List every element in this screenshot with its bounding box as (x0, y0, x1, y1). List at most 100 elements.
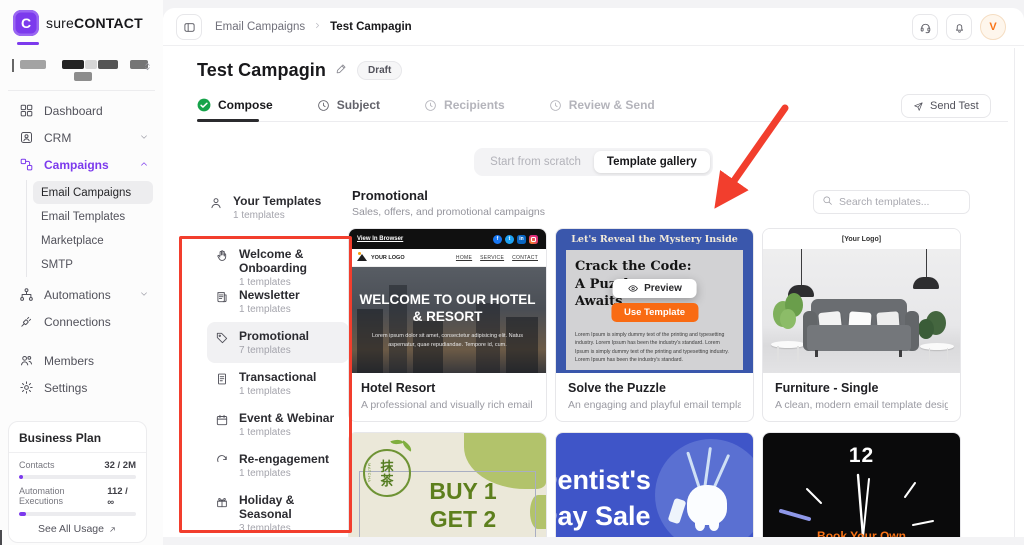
template-card-solve-the-puzzle[interactable]: Let's Reveal the Mystery Inside Crack th… (555, 228, 754, 422)
sidebar-scrollbar[interactable] (0, 530, 2, 545)
category-count: 1 templates (239, 304, 291, 315)
composer-mode-row: Start from scratch Template gallery (163, 148, 1024, 176)
category-count: 1 templates (239, 427, 291, 438)
nav-link: HOME (455, 254, 473, 261)
subnav-label: SMTP (41, 258, 73, 271)
category-transactional[interactable]: Transactional 1 templates (207, 363, 349, 404)
category-label: Newsletter (239, 288, 300, 302)
send-test-label: Send Test (930, 100, 979, 112)
template-card-dentist-sale[interactable]: Dentist's Day Sale (555, 432, 754, 537)
search-input[interactable] (839, 196, 961, 208)
edit-title-button[interactable] (335, 62, 348, 80)
tab-subject[interactable]: Subject (317, 98, 380, 112)
brand-name-light: sure (46, 15, 75, 31)
template-card-matcha-promo[interactable]: MATCHA 抹 茶 BUY 1 GET 2 (348, 432, 547, 537)
sidebar-item-label: Connections (44, 314, 111, 329)
chevron-down-icon (139, 131, 149, 145)
your-logo-placeholder: [Your Logo] (763, 229, 960, 249)
subnav-label: Email Templates (41, 210, 126, 223)
category-texts: Holiday & Seasonal 3 templates (239, 493, 341, 534)
tab-review-send[interactable]: Review & Send (549, 98, 655, 112)
category-re-engagement[interactable]: Re-engagement 1 templates (207, 445, 349, 486)
category-your-templates[interactable]: Your Templates 1 templates (209, 194, 349, 221)
tab-recipients[interactable]: Recipients (424, 98, 505, 112)
category-label: Event & Webinar (239, 411, 335, 425)
category-holiday-seasonal[interactable]: Holiday & Seasonal 3 templates (207, 486, 349, 534)
workspace-redacted-block (62, 60, 84, 69)
plan-card: Business Plan Contacts 32 / 2M Automatio… (8, 421, 147, 543)
app: C sureCONTACT Dashboard CRM Campaigns Em… (0, 0, 1024, 545)
page-title: Test Campagin (197, 60, 326, 80)
sidebar-item-automations[interactable]: Automations (0, 281, 163, 308)
notifications-button[interactable] (946, 14, 972, 40)
tab-label: Recipients (444, 98, 505, 112)
usage-progress-fill (19, 512, 27, 516)
sidebar-item-label: Campaigns (44, 157, 109, 172)
category-promotional[interactable]: Promotional 7 templates (207, 322, 349, 363)
sidebar-item-crm[interactable]: CRM (0, 124, 163, 151)
hero-illustration: WELCOME TO OUR HOTEL & RESORT Lorem ipsu… (349, 267, 546, 373)
hero-heading: WELCOME TO OUR HOTEL & RESORT (359, 291, 536, 325)
template-description: A clean, modern email template designed … (775, 399, 948, 411)
matcha-stamp: MATCHA 抹 茶 (363, 449, 411, 497)
support-button[interactable] (912, 14, 938, 40)
campaigns-subnav: Email Campaigns Email Templates Marketpl… (0, 178, 163, 281)
gallery-section-subtitle: Sales, offers, and promotional campaigns (352, 206, 545, 218)
workspace-switcher[interactable] (10, 56, 153, 82)
gear-icon (20, 381, 33, 394)
tab-label: Subject (336, 98, 381, 112)
category-welcome-onboarding[interactable]: Welcome & Onboarding 1 templates (207, 240, 349, 288)
sidebar-item-smtp[interactable]: SMTP (33, 253, 153, 276)
template-search[interactable] (813, 190, 970, 214)
scrollbar-track[interactable] (1014, 48, 1015, 537)
avatar[interactable]: V (980, 14, 1006, 40)
sidebar-item-members[interactable]: Members (0, 347, 163, 374)
see-all-usage-link[interactable]: See All Usage (19, 523, 136, 535)
sidebar-item-email-templates[interactable]: Email Templates (33, 205, 153, 228)
preview-button[interactable]: Preview (612, 279, 697, 298)
sidebar-toggle-button[interactable] (176, 14, 202, 40)
subnav-label: Marketplace (41, 234, 104, 247)
send-test-button[interactable]: Send Test (901, 94, 991, 118)
breadcrumb-parent[interactable]: Email Campaigns (215, 21, 305, 33)
workspace-caret (12, 59, 14, 72)
template-preview: MATCHA 抹 茶 BUY 1 GET 2 (349, 433, 546, 537)
tab-compose[interactable]: Compose (197, 98, 273, 112)
newspaper-icon (215, 290, 229, 309)
sidebar-item-email-campaigns[interactable]: Email Campaigns (33, 181, 153, 204)
view-in-browser-link: View In Browser (357, 236, 404, 242)
mode-start-from-scratch[interactable]: Start from scratch (477, 151, 594, 173)
main-panel: Email Campaigns Test Campagin V Test Cam… (163, 8, 1024, 537)
tooth-illustration (687, 485, 727, 531)
category-event-webinar[interactable]: Event & Webinar 1 templates (207, 404, 349, 445)
brand-logo[interactable]: C sureCONTACT (13, 10, 143, 36)
hero-body: Lorem ipsum dolor sit amet, consectetur … (371, 332, 523, 348)
sidebar-nav: Dashboard CRM Campaigns Email Campaigns … (0, 97, 163, 401)
sidebar-item-dashboard[interactable]: Dashboard (0, 97, 163, 124)
sidebar-item-marketplace[interactable]: Marketplace (33, 229, 153, 252)
promo-caption: Book Your Own (817, 529, 906, 537)
use-template-button[interactable]: Use Template (610, 303, 699, 322)
template-card-furniture-single[interactable]: [Your Logo] Furniture - Single A clean, … (762, 228, 961, 422)
plan-divider (9, 452, 146, 453)
twitter-icon: t (505, 234, 514, 244)
sidebar-toggle-icon (183, 22, 195, 32)
sidebar-item-settings[interactable]: Settings (0, 374, 163, 401)
plan-usage-row: Contacts 32 / 2M (19, 460, 136, 471)
plan-title: Business Plan (19, 431, 102, 445)
template-description: A professional and visually rich email t… (361, 399, 534, 411)
template-card-clock-booking[interactable]: 12 Book Your Own (762, 432, 961, 537)
category-texts: Transactional 1 templates (239, 370, 316, 397)
mode-template-gallery[interactable]: Template gallery (593, 151, 710, 173)
promo-line: Day Sale (556, 500, 651, 531)
template-card-hotel-resort[interactable]: View In Browser f t in YOUR LOGO HOME SE… (348, 228, 547, 422)
leaf-shape (400, 440, 414, 452)
person-icon (209, 196, 223, 215)
nav-link: CONTACT (512, 254, 538, 261)
template-title: Hotel Resort (361, 381, 436, 395)
sidebar-item-campaigns[interactable]: Campaigns (0, 151, 163, 178)
preview-body: Lorem Ipsum is simply dummy text of the … (575, 331, 729, 364)
sidebar-item-connections[interactable]: Connections (0, 308, 163, 335)
template-title: Solve the Puzzle (568, 381, 666, 395)
lamp-wire (801, 249, 802, 285)
